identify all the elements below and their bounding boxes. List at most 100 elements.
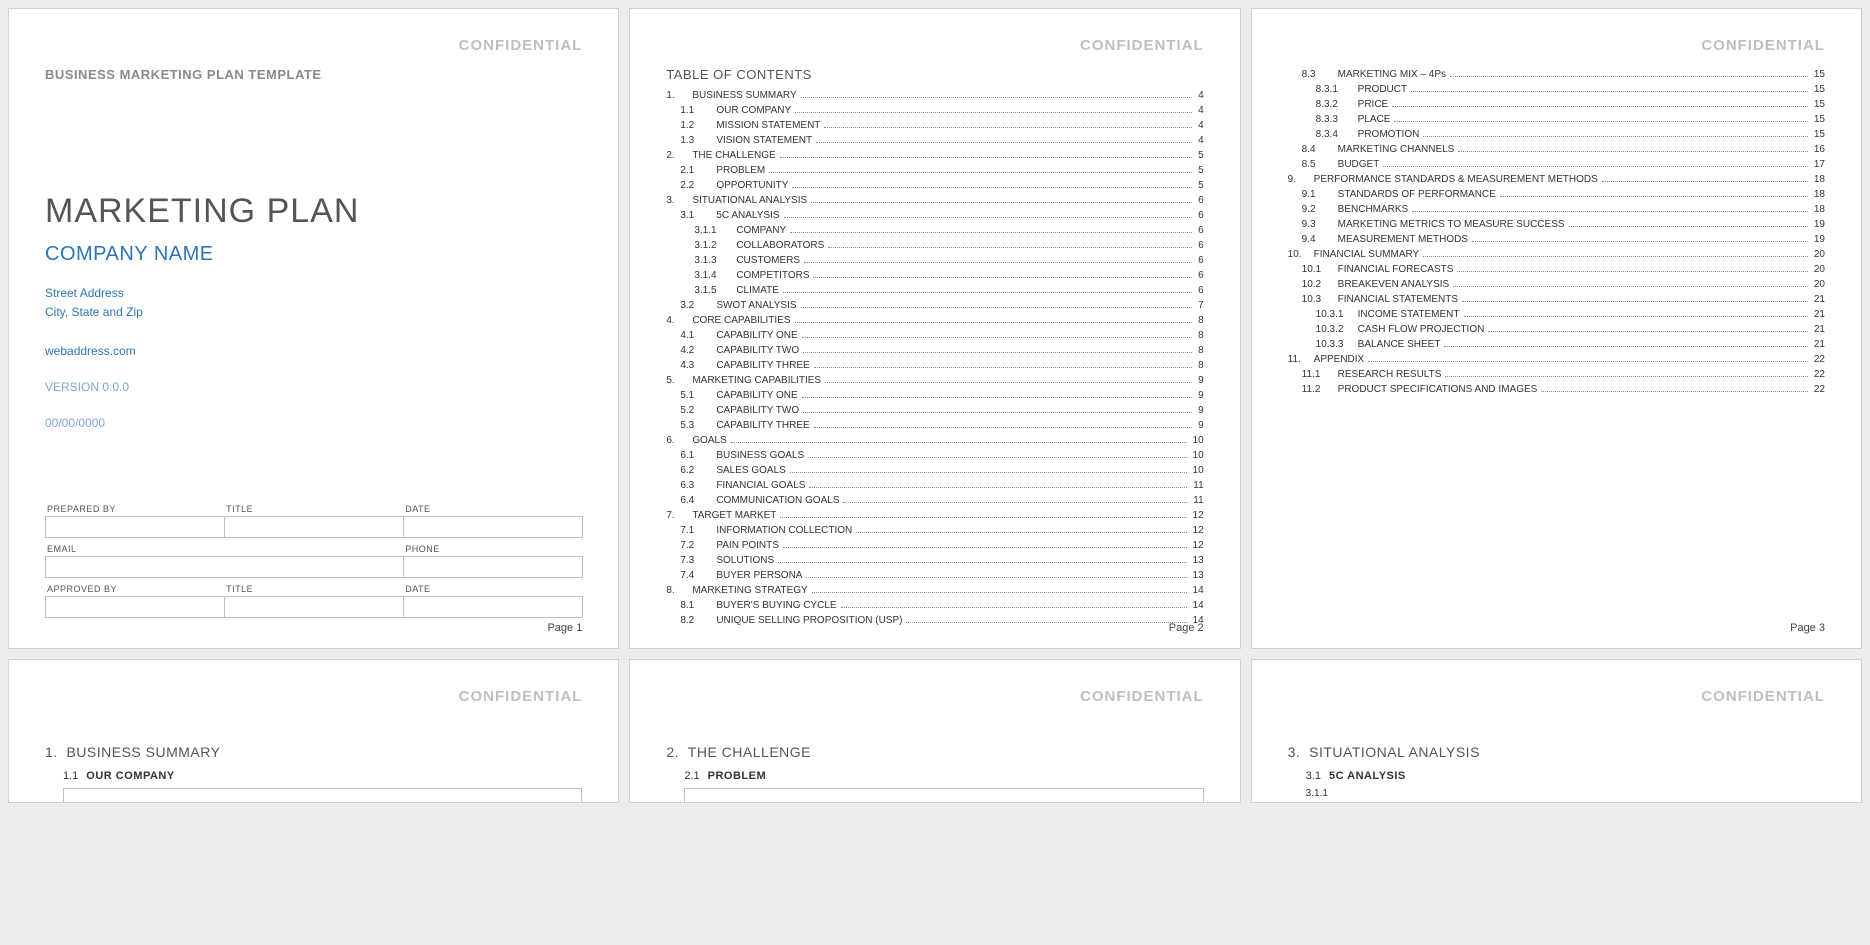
input-email[interactable] <box>45 556 404 578</box>
toc-page: 4 <box>1196 88 1204 103</box>
toc-leader-dots <box>803 412 1192 413</box>
toc-text: BREAKEVEN ANALYSIS <box>1332 277 1450 292</box>
toc-text: PLACE <box>1352 112 1391 127</box>
input-date[interactable] <box>403 516 583 538</box>
toc-number: 9.2 <box>1302 202 1332 217</box>
toc-entry: 2.2OPPORTUNITY5 <box>666 178 1203 193</box>
input-prepared-by[interactable] <box>45 516 225 538</box>
toc-page: 18 <box>1812 202 1825 217</box>
toc-number: 10.3 <box>1302 292 1332 307</box>
toc-entry: 6.3FINANCIAL GOALS11 <box>666 478 1203 493</box>
label-phone: PHONE <box>403 540 582 556</box>
section-number: 1. <box>45 744 58 760</box>
toc-text: PROMOTION <box>1352 127 1420 142</box>
toc-number: 5. <box>666 373 686 388</box>
toc-text: COMMUNICATION GOALS <box>710 493 839 508</box>
toc-entry: 2.1PROBLEM5 <box>666 163 1203 178</box>
document-subtitle: BUSINESS MARKETING PLAN TEMPLATE <box>45 67 582 82</box>
toc-text: PRODUCT <box>1352 82 1407 97</box>
date-label: 00/00/0000 <box>45 416 582 430</box>
toc-page: 9 <box>1196 388 1204 403</box>
toc-entry: 6.4COMMUNICATION GOALS 11 <box>666 493 1203 508</box>
content-placeholder[interactable] <box>63 788 582 802</box>
toc-leader-dots <box>1450 76 1808 77</box>
section-title: THE CHALLENGE <box>688 744 811 760</box>
toc-page: 12 <box>1191 523 1204 538</box>
toc-text: INFORMATION COLLECTION <box>710 523 852 538</box>
toc-page: 4 <box>1196 103 1204 118</box>
toc-leader-dots <box>801 307 1193 308</box>
input-approved-by[interactable] <box>45 596 225 618</box>
input-title-2[interactable] <box>224 596 404 618</box>
toc-page: 6 <box>1196 193 1204 208</box>
toc-text: CORE CAPABILITIES <box>686 313 790 328</box>
toc-number: 5.1 <box>680 388 710 403</box>
toc-page: 11 <box>1191 493 1203 508</box>
toc-text: COMPETITORS <box>730 268 809 283</box>
toc-text: CAPABILITY THREE <box>710 358 809 373</box>
toc-text: BUDGET <box>1332 157 1380 172</box>
toc-page: 8 <box>1196 328 1204 343</box>
toc-number: 7. <box>666 508 686 523</box>
toc-leader-dots <box>814 367 1192 368</box>
toc-entry: 3.1.5CLIMATE6 <box>666 283 1203 298</box>
toc-leader-dots <box>816 142 1192 143</box>
toc-leader-dots <box>856 532 1186 533</box>
content-placeholder[interactable] <box>684 788 1203 802</box>
address-line-1: Street Address <box>45 284 582 303</box>
toc-leader-dots <box>813 277 1192 278</box>
section-number: 2. <box>666 744 679 760</box>
toc-page: 18 <box>1812 187 1825 202</box>
toc-leader-dots <box>1500 196 1808 197</box>
toc-number: 7.2 <box>680 538 710 553</box>
toc-entry: 8.3.3PLACE15 <box>1288 112 1825 127</box>
subsection-title: PROBLEM <box>708 770 767 782</box>
toc-leader-dots <box>1458 151 1808 152</box>
toc-page: 6 <box>1196 238 1204 253</box>
toc-entry: 7.2PAIN POINTS12 <box>666 538 1203 553</box>
toc-number: 10.2 <box>1302 277 1332 292</box>
section-title: BUSINESS SUMMARY <box>66 744 220 760</box>
toc-number: 10.1 <box>1302 262 1332 277</box>
toc-entry: 7.4BUYER PERSONA13 <box>666 568 1203 583</box>
toc-number: 10.3.3 <box>1316 337 1352 352</box>
toc-leader-dots <box>1541 391 1808 392</box>
toc-entry: 4.1CAPABILITY ONE8 <box>666 328 1203 343</box>
toc-entry: 3.1.2COLLABORATORS6 <box>666 238 1203 253</box>
toc-leader-dots <box>1423 136 1808 137</box>
input-title[interactable] <box>224 516 404 538</box>
toc-leader-dots <box>1412 211 1808 212</box>
table-of-contents-continued: 8.3MARKETING MIX – 4Ps158.3.1PRODUCT158.… <box>1288 67 1825 397</box>
toc-number: 8.3.1 <box>1316 82 1352 97</box>
toc-leader-dots <box>1444 346 1807 347</box>
toc-number: 3.1 <box>680 208 710 223</box>
section-heading-1: 2. THE CHALLENGE <box>666 744 1203 760</box>
toc-text: BUYER'S BUYING CYCLE <box>710 598 836 613</box>
toc-text: MARKETING CAPABILITIES <box>686 373 821 388</box>
toc-page: 15 <box>1812 82 1825 97</box>
section-heading-2: 1.1OUR COMPANY <box>45 770 582 782</box>
toc-number: 3.1.5 <box>694 283 730 298</box>
toc-leader-dots <box>1457 271 1807 272</box>
toc-text: CAPABILITY THREE <box>710 418 809 433</box>
subsection-title: OUR COMPANY <box>86 770 174 782</box>
toc-text: MARKETING STRATEGY <box>686 583 807 598</box>
toc-page: 13 <box>1191 553 1204 568</box>
toc-leader-dots <box>790 232 1192 233</box>
toc-number: 6.4 <box>680 493 710 508</box>
toc-entry: 2.THE CHALLENGE5 <box>666 148 1203 163</box>
input-date-2[interactable] <box>403 596 583 618</box>
toc-entry: 9.PERFORMANCE STANDARDS & MEASUREMENT ME… <box>1288 172 1825 187</box>
toc-number: 8.4 <box>1302 142 1332 157</box>
confidential-watermark: CONFIDENTIAL <box>1080 688 1204 705</box>
toc-leader-dots <box>841 607 1187 608</box>
signoff-form: PREPARED BY TITLE DATE EMAIL PHONE APPRO… <box>45 500 582 618</box>
toc-number: 1.2 <box>680 118 710 133</box>
toc-entry: 11.1RESEARCH RESULTS22 <box>1288 367 1825 382</box>
toc-title: TABLE OF CONTENTS <box>666 67 1203 82</box>
input-phone[interactable] <box>403 556 583 578</box>
toc-text: COMPANY <box>730 223 786 238</box>
toc-text: STANDARDS OF PERFORMANCE <box>1332 187 1496 202</box>
toc-page: 5 <box>1196 178 1204 193</box>
toc-number: 9.4 <box>1302 232 1332 247</box>
